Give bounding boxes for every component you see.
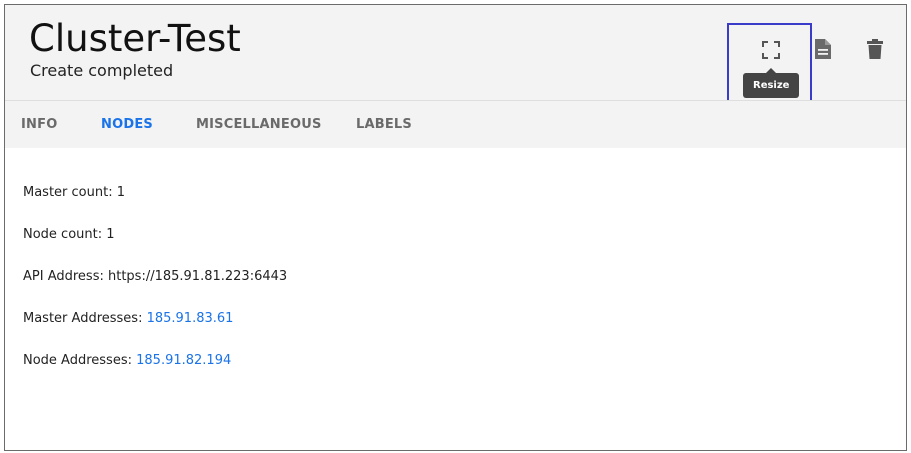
tab-info[interactable]: INFO [21,101,57,148]
master-address-link[interactable]: 185.91.83.61 [147,311,234,326]
delete-button[interactable] [860,34,890,64]
page-title: Cluster-Test [29,17,241,60]
master-count-row: Master count: 1 [23,185,125,200]
node-address-link[interactable]: 185.91.82.194 [136,353,231,368]
master-addresses-row: Master Addresses: 185.91.83.61 [23,311,233,326]
node-count-label: Node count: [23,227,107,242]
tab-labels[interactable]: LABELS [356,101,412,148]
resize-tooltip: Resize [743,68,800,98]
node-addresses-row: Node Addresses: 185.91.82.194 [23,353,231,368]
api-address-value: https://185.91.81.223:6443 [107,269,288,284]
node-addresses-label: Node Addresses: [23,353,137,368]
api-address-label: API Address: [23,269,108,284]
tab-miscellaneous[interactable]: MISCELLANEOUS [196,101,322,148]
document-icon [815,39,831,59]
document-button[interactable] [808,34,838,64]
cluster-detail-panel: Cluster-Test Create completed Resize INF… [4,4,907,451]
cluster-header: Cluster-Test Create completed Resize [5,5,906,104]
tab-bar: INFO NODES MISCELLANEOUS LABELS [5,100,906,148]
cluster-status: Create completed [30,61,174,80]
node-count-row: Node count: 1 [23,227,115,242]
node-count-value: 1 [106,227,115,242]
master-count-label: Master count: [23,185,117,200]
master-addresses-label: Master Addresses: [23,311,147,326]
trash-icon [867,39,883,59]
tab-nodes[interactable]: NODES [101,101,153,148]
api-address-row: API Address: https://185.91.81.223:6443 [23,269,287,284]
master-count-value: 1 [116,185,125,200]
